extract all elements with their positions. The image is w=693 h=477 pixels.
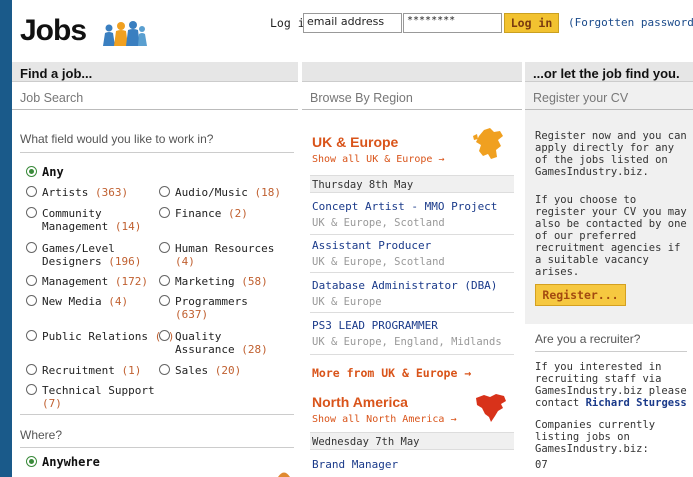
radio-field[interactable] (26, 186, 37, 197)
email-input[interactable]: email address (303, 13, 402, 33)
job-separator (310, 272, 514, 273)
job-location: UK & Europe, Scotland (312, 217, 445, 229)
field-option[interactable]: Sales (20) (175, 364, 293, 377)
field-question: What field would you like to work in? (20, 132, 214, 146)
field-option[interactable]: Management (172) (42, 275, 168, 288)
radio-field[interactable] (26, 275, 37, 286)
job-location: UK & Europe, England, Midlands (312, 336, 502, 348)
radio-anywhere[interactable] (26, 456, 37, 467)
people-logo-icon (103, 21, 147, 46)
find-a-job-title: Find a job... (20, 66, 93, 81)
register-cv-header: Register your CV (525, 86, 693, 110)
radio-field[interactable] (26, 242, 37, 253)
company-link[interactable]: 07 (535, 459, 691, 471)
europe-map-icon (473, 128, 503, 159)
radio-any-label: Any (42, 165, 64, 179)
region-uk-europe-title[interactable]: UK & Europe (312, 134, 398, 150)
field-option[interactable]: Games/Level Designers (196) (42, 242, 162, 268)
where-question: Where? (20, 428, 63, 442)
divider (20, 152, 294, 153)
register-cv-column: ...or let the job find you. Register you… (525, 62, 693, 477)
field-option[interactable]: Public Relations (5) (42, 330, 178, 343)
job-search-title: Job Search (20, 91, 84, 105)
divider (535, 351, 687, 352)
register-cv-title: Register your CV (533, 91, 629, 105)
register-intro-text: Register now and you can apply directly … (535, 130, 687, 178)
globe-icon (278, 472, 290, 477)
show-all-north-america-link[interactable]: Show all North America → (312, 414, 457, 425)
password-input[interactable]: ******** (403, 13, 502, 33)
field-option[interactable]: Audio/Music (18) (175, 186, 293, 199)
job-find-you-strip: ...or let the job find you. (525, 62, 693, 82)
date-label: Thursday 8th May (312, 179, 414, 191)
find-a-job-column: Find a job... Job Search What field woul… (12, 62, 298, 477)
radio-field[interactable] (26, 330, 37, 341)
field-option[interactable]: Human Resources (4) (175, 242, 285, 268)
radio-any[interactable] (26, 166, 37, 177)
show-all-uk-europe-link[interactable]: Show all UK & Europe → (312, 154, 444, 165)
job-link[interactable]: Assistant Producer (312, 239, 431, 252)
radio-field[interactable] (159, 207, 170, 218)
radio-field[interactable] (159, 364, 170, 375)
job-separator (310, 354, 514, 355)
field-option[interactable]: New Media (4) (42, 295, 160, 308)
recruiter-text: If you interested in recruiting staff vi… (535, 361, 687, 409)
register-button[interactable]: Register... (535, 284, 626, 306)
field-option[interactable]: Marketing (58) (175, 275, 293, 288)
site-logo[interactable]: Jobs (20, 14, 87, 48)
radio-field[interactable] (26, 384, 37, 395)
browse-region-header: Browse By Region (302, 86, 522, 110)
recruiter-panel: Are you a recruiter? If you interested i… (525, 324, 693, 477)
page: Jobs Log in email address ******** Log i… (12, 0, 693, 477)
field-option[interactable]: Community Management (14) (42, 207, 160, 233)
radio-anywhere-label: Anywhere (42, 455, 100, 469)
job-separator (310, 312, 514, 313)
job-search-header: Job Search (12, 86, 298, 110)
radio-field[interactable] (159, 275, 170, 286)
job-location: UK & Europe (312, 296, 382, 308)
radio-field[interactable] (159, 330, 170, 341)
date-strip: Thursday 8th May (310, 175, 514, 193)
find-a-job-strip: Find a job... (12, 62, 298, 82)
contact-richard-sturgess-link[interactable]: Richard Sturgess (586, 397, 687, 409)
north-america-map-icon (476, 394, 506, 422)
more-from-uk-europe-link[interactable]: More from UK & Europe → (312, 366, 471, 380)
recruiter-heading: Are you a recruiter? (535, 332, 641, 346)
job-link[interactable]: Database Administrator (DBA) (312, 279, 497, 292)
radio-field[interactable] (26, 364, 37, 375)
radio-field[interactable] (159, 295, 170, 306)
companies-text: Companies currently listing jobs on Game… (535, 419, 656, 455)
register-agencies-text: If you choose to register your CV you ma… (535, 194, 687, 278)
divider (20, 447, 294, 448)
job-find-you-title: ...or let the job find you. (533, 66, 680, 81)
date-strip: Wednesday 7th May (310, 432, 514, 450)
field-option[interactable]: Recruitment (1) (42, 364, 160, 377)
region-north-america-title[interactable]: North America (312, 394, 408, 410)
radio-field[interactable] (26, 207, 37, 218)
job-location: UK & Europe, Scotland (312, 256, 445, 268)
login-button[interactable]: Log in (504, 13, 559, 33)
browse-by-region-column: Browse By Region UK & Europe Show all UK… (302, 62, 522, 477)
header: Jobs Log in email address ******** Log i… (12, 0, 693, 62)
radio-field[interactable] (159, 186, 170, 197)
field-option[interactable]: Programmers (637) (175, 295, 275, 321)
divider (20, 414, 294, 415)
job-link[interactable]: Brand Manager (312, 458, 398, 471)
radio-field[interactable] (26, 295, 37, 306)
job-separator (310, 234, 514, 235)
field-option[interactable]: Artists (363) (42, 186, 168, 199)
field-option[interactable]: Quality Assurance (28) (175, 330, 285, 356)
date-label: Wednesday 7th May (312, 436, 420, 448)
job-link[interactable]: Concept Artist - MMO Project (312, 200, 497, 213)
field-option[interactable]: Technical Support (7) (42, 384, 170, 410)
field-option[interactable]: Finance (2) (175, 207, 293, 220)
middle-strip (302, 62, 522, 82)
radio-field[interactable] (159, 242, 170, 253)
job-link[interactable]: PS3 LEAD PROGRAMMER (312, 319, 438, 332)
browse-region-title: Browse By Region (310, 91, 413, 105)
forgotten-password-link[interactable]: (Forgotten password? (568, 16, 693, 29)
